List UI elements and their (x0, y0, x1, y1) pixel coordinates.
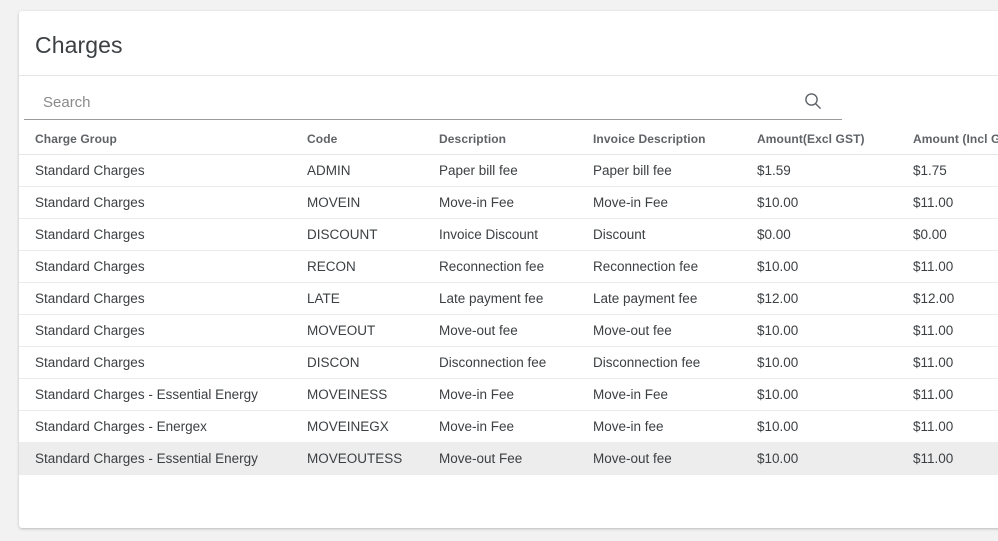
cell-invoice-description: Discount (577, 218, 741, 251)
cell-invoice-description: Move-in Fee (577, 186, 741, 219)
search-input[interactable] (43, 88, 803, 116)
cell-description: Disconnection fee (423, 346, 577, 379)
cell-code: MOVEOUTESS (291, 442, 423, 475)
cell-amount-excl-gst: $0.00 (741, 218, 897, 251)
cell-invoice-description: Move-out fee (577, 442, 741, 475)
table-row[interactable]: Standard Charges - Essential Energy MOVEO… (19, 442, 998, 475)
column-header-invoice-description[interactable]: Invoice Description (577, 124, 741, 155)
cell-code: MOVEIN (291, 186, 423, 219)
cell-charge-group: Standard Charges - Energex (19, 410, 291, 443)
cell-description: Move-in Fee (423, 378, 577, 411)
card-header: Charges (19, 11, 998, 76)
table-row[interactable]: Standard Charges DISCON Disconnection fee D… (19, 346, 998, 379)
cell-description: Move-out fee (423, 314, 577, 347)
cell-invoice-description: Reconnection fee (577, 250, 741, 283)
cell-charge-group: Standard Charges (19, 186, 291, 219)
cell-amount-excl-gst: $12.00 (741, 282, 897, 315)
cell-charge-group: Standard Charges (19, 218, 291, 251)
cell-invoice-description: Move-in fee (577, 410, 741, 443)
cell-amount-incl-gst: $0.00 (897, 218, 998, 251)
cell-amount-excl-gst: $10.00 (741, 346, 897, 379)
cell-code: ADMIN (291, 154, 423, 187)
cell-code: LATE (291, 282, 423, 315)
cell-amount-excl-gst: $10.00 (741, 186, 897, 219)
search-field (24, 86, 842, 120)
table-header-row: Charge Group Code Description Invoice De… (19, 124, 998, 155)
cell-charge-group: Standard Charges - Essential Energy (19, 442, 291, 475)
column-header-description[interactable]: Description (423, 124, 577, 155)
cell-amount-excl-gst: $10.00 (741, 250, 897, 283)
cell-amount-incl-gst: $12.00 (897, 282, 998, 315)
cell-description: Late payment fee (423, 282, 577, 315)
cell-code: DISCOUNT (291, 218, 423, 251)
cell-charge-group: Standard Charges - Essential Energy (19, 378, 291, 411)
cell-description: Paper bill fee (423, 154, 577, 187)
cell-invoice-description: Disconnection fee (577, 346, 741, 379)
cell-invoice-description: Paper bill fee (577, 154, 741, 187)
cell-invoice-description: Late payment fee (577, 282, 741, 315)
search-area (19, 76, 998, 124)
cell-amount-excl-gst: $10.00 (741, 378, 897, 411)
cell-amount-excl-gst: $10.00 (741, 410, 897, 443)
table-row[interactable]: Standard Charges ADMIN Paper bill fee Paper… (19, 154, 998, 187)
charges-card: Charges Search Charge Group Code Descrip… (19, 11, 998, 528)
cell-charge-group: Standard Charges (19, 154, 291, 187)
cell-description: Invoice Discount (423, 218, 577, 251)
table-row[interactable]: Standard Charges MOVEIN Move-in Fee Move-in… (19, 186, 998, 219)
cell-description: Move-out Fee (423, 442, 577, 475)
cell-code: MOVEINEGX (291, 410, 423, 443)
cell-description: Reconnection fee (423, 250, 577, 283)
cell-description: Move-in Fee (423, 410, 577, 443)
cell-amount-incl-gst: $11.00 (897, 314, 998, 347)
table-row[interactable]: Standard Charges - Energex MOVEINEGX Move-… (19, 410, 998, 443)
cell-code: DISCON (291, 346, 423, 379)
charges-table: Charge Group Code Description Invoice De… (19, 124, 998, 475)
cell-charge-group: Standard Charges (19, 346, 291, 379)
column-header-amount-excl-gst[interactable]: Amount(Excl GST) (741, 124, 897, 155)
cell-code: RECON (291, 250, 423, 283)
table-body: Standard Charges ADMIN Paper bill fee Paper… (19, 154, 998, 475)
table-row[interactable]: Standard Charges - Essential Energy MOVEI… (19, 378, 998, 411)
table-row[interactable]: Standard Charges MOVEOUT Move-out fee Move-… (19, 314, 998, 347)
cell-code: MOVEOUT (291, 314, 423, 347)
page-title: Charges (35, 32, 123, 58)
cell-amount-incl-gst: $11.00 (897, 442, 998, 475)
cell-code: MOVEINESS (291, 378, 423, 411)
cell-amount-excl-gst: $1.59 (741, 154, 897, 187)
cell-charge-group: Standard Charges (19, 282, 291, 315)
search-icon[interactable] (800, 88, 826, 114)
cell-amount-incl-gst: $11.00 (897, 186, 998, 219)
table-row[interactable]: Standard Charges RECON Reconnection fee Rec… (19, 250, 998, 283)
cell-invoice-description: Move-out fee (577, 314, 741, 347)
column-header-amount-incl-gst[interactable]: Amount (Incl GST) (897, 124, 998, 155)
column-header-charge-group[interactable]: Charge Group (19, 124, 291, 155)
cell-charge-group: Standard Charges (19, 314, 291, 347)
cell-amount-incl-gst: $1.75 (897, 154, 998, 187)
cell-description: Move-in Fee (423, 186, 577, 219)
column-header-code[interactable]: Code (291, 124, 423, 155)
cell-amount-incl-gst: $11.00 (897, 250, 998, 283)
cell-invoice-description: Move-in Fee (577, 378, 741, 411)
table-head: Charge Group Code Description Invoice De… (19, 124, 998, 155)
cell-amount-incl-gst: $11.00 (897, 410, 998, 443)
cell-amount-excl-gst: $10.00 (741, 442, 897, 475)
charges-table-wrap: Charge Group Code Description Invoice De… (19, 124, 998, 475)
cell-amount-excl-gst: $10.00 (741, 314, 897, 347)
table-row[interactable]: Standard Charges LATE Late payment fee Late… (19, 282, 998, 315)
cell-amount-incl-gst: $11.00 (897, 346, 998, 379)
cell-amount-incl-gst: $11.00 (897, 378, 998, 411)
table-row[interactable]: Standard Charges DISCOUNT Invoice Discount… (19, 218, 998, 251)
cell-charge-group: Standard Charges (19, 250, 291, 283)
page-root: Charges Search Charge Group Code Descrip… (0, 0, 998, 541)
